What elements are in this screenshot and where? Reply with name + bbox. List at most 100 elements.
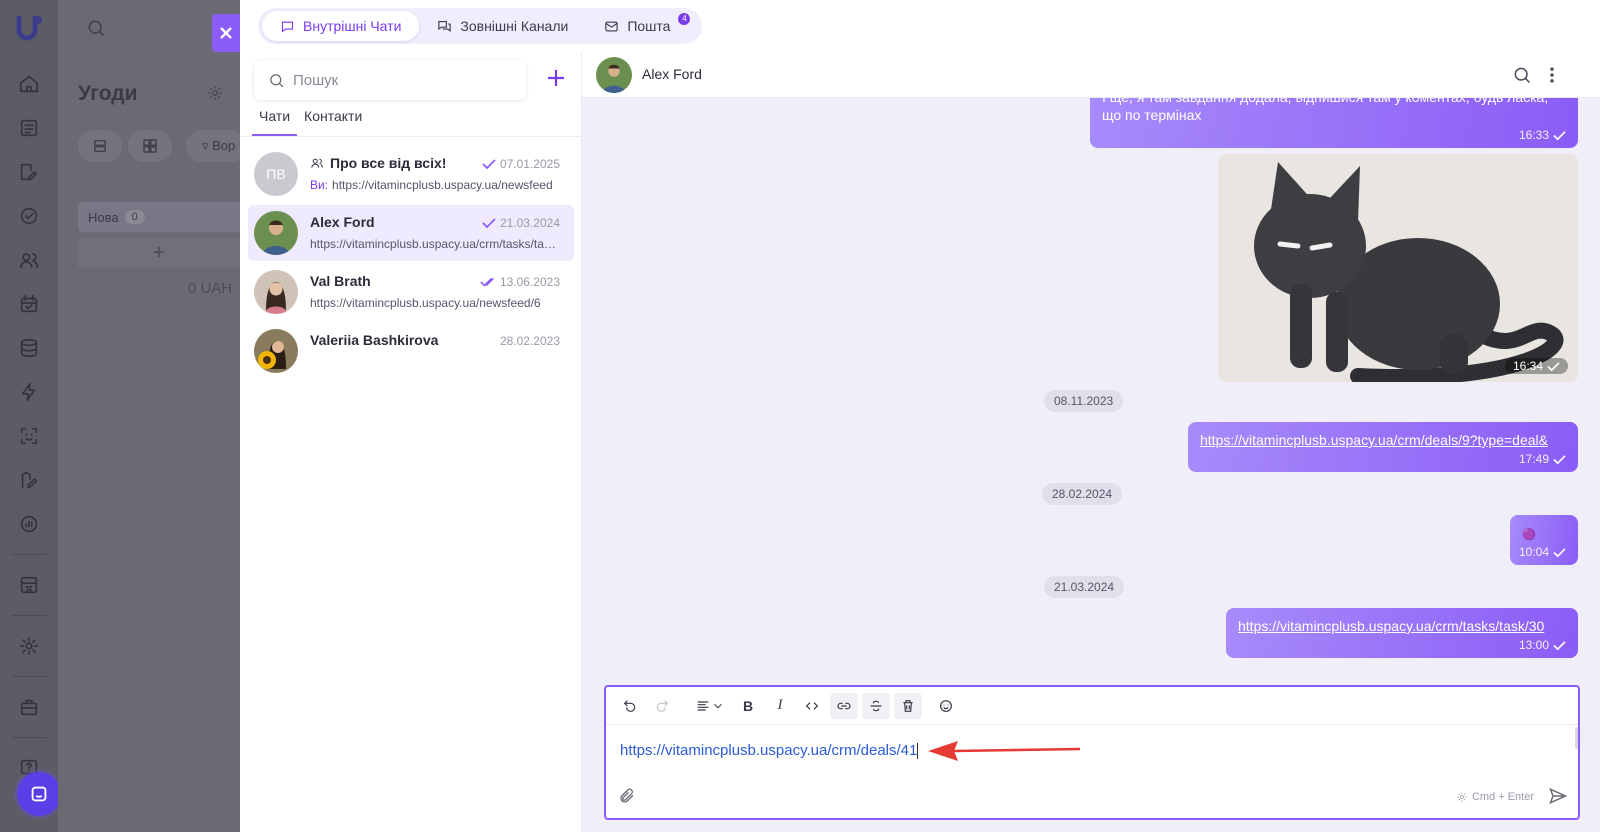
kanban-column-header: Нова 0 [78, 202, 240, 232]
message-input[interactable]: https://vitamincplusb.uspacy.ua/crm/deal… [620, 742, 919, 760]
message-time: 16:34 [1504, 358, 1568, 374]
message-time: 16:33 [1519, 128, 1566, 142]
chat-preview-text: https://vitamincplusb.uspacy.ua/newsfeed [332, 178, 553, 192]
tab-internal-chats[interactable]: Внутрішні Чати [262, 11, 420, 41]
chat-item-group[interactable]: ПВ Про все від всіх! 07.01.2025 Ви: https… [248, 146, 574, 202]
chat-date-text: 13.06.2023 [499, 275, 560, 289]
message-bubble[interactable]: https://vitamincplusb.uspacy.ua/crm/deal… [1188, 422, 1578, 472]
form-edit-icon[interactable] [7, 461, 51, 499]
image-message[interactable]: 16:34 [1218, 154, 1578, 382]
message-text: що по термінах [1102, 107, 1202, 123]
chat-search-input[interactable] [293, 71, 493, 89]
message-bubble[interactable]: 🟣 10:04 [1510, 515, 1578, 565]
users-icon[interactable] [7, 241, 51, 279]
message-time: 10:04 [1519, 545, 1566, 559]
column-count: 0 [124, 210, 145, 224]
plus-icon [548, 70, 564, 86]
redo-button[interactable] [648, 693, 676, 719]
bold-button[interactable]: B [734, 693, 762, 719]
lightning-icon[interactable] [7, 373, 51, 411]
chats-topbar: Внутрішні Чати Зовнішні Канали Пошта 4 [240, 0, 1600, 52]
subtab-contacts[interactable]: Контакти [297, 104, 369, 136]
column-sum: 0 UAH [188, 280, 233, 297]
building-icon[interactable] [7, 566, 51, 604]
attach-file-button[interactable] [618, 787, 636, 808]
tab-external-channels[interactable]: Зовнішні Канали [419, 11, 586, 41]
search-messages-icon[interactable] [1512, 65, 1532, 88]
emoji-button[interactable] [932, 693, 960, 719]
contact-avatar[interactable] [596, 57, 632, 93]
list-view-button[interactable] [78, 130, 122, 162]
home-icon[interactable] [7, 65, 51, 103]
check-icon [482, 159, 496, 170]
strikethrough-button[interactable] [862, 692, 890, 719]
chat-preview: Ви: https://vitamincplusb.uspacy.ua/newsf… [310, 178, 560, 192]
date-separator: 28.02.2024 [1042, 483, 1123, 505]
database-icon[interactable] [7, 329, 51, 367]
close-chats-button[interactable] [212, 14, 240, 52]
check-circle-icon[interactable] [7, 197, 51, 235]
main-nav-rail [0, 0, 61, 832]
chat-item-val-brath[interactable]: Val Brath 13.06.2023 https://vitamincplu… [248, 264, 574, 320]
search-icon[interactable] [86, 18, 106, 41]
chat-date-text: 21.03.2024 [499, 216, 560, 230]
more-vertical-icon[interactable] [1542, 65, 1562, 88]
message-feed[interactable]: І ще, я там завдання додала, відпишися т… [582, 52, 1600, 664]
analytics-icon[interactable] [7, 505, 51, 543]
scan-user-icon[interactable] [7, 417, 51, 455]
funnel-filter-button[interactable]: ▿ Вор [186, 130, 246, 162]
you-prefix: Ви: [310, 178, 329, 192]
channel-tabs: Внутрішні Чати Зовнішні Канали Пошта 4 [258, 8, 703, 44]
briefcase-icon[interactable] [7, 688, 51, 726]
settings-gear-icon[interactable] [7, 627, 51, 665]
date-separator: 08.11.2023 [1044, 390, 1124, 412]
chat-item-alex-ford[interactable]: Alex Ford 21.03.2024 https://vitamincplu… [248, 205, 574, 261]
app-logo-icon[interactable] [13, 12, 45, 44]
code-icon [805, 701, 819, 710]
align-left-icon [697, 700, 709, 711]
double-check-icon [480, 277, 494, 287]
code-button[interactable] [798, 693, 826, 719]
support-chat-button[interactable] [17, 772, 61, 816]
link-button[interactable] [830, 692, 858, 719]
tab-label: Пошта [627, 18, 671, 34]
tab-mail[interactable]: Пошта 4 [586, 11, 698, 41]
text-caret [917, 743, 919, 760]
chat-list-pane: Чати Контакти ПВ Про все від всіх! 07.01… [240, 52, 582, 832]
message-bubble[interactable]: https://vitamincplusb.uspacy.ua/crm/task… [1226, 608, 1578, 658]
subtab-chats[interactable]: Чати [252, 104, 298, 136]
message-time: 17:49 [1519, 452, 1566, 466]
newsfeed-icon[interactable] [7, 109, 51, 147]
conversation-header: Alex Ford [582, 52, 1600, 98]
check-icon [482, 218, 496, 229]
message-link[interactable]: https://vitamincplusb.uspacy.ua/crm/task… [1238, 618, 1544, 634]
message-link[interactable]: https://vitamincplusb.uspacy.ua/crm/deal… [1200, 432, 1548, 448]
clear-format-button[interactable] [894, 692, 922, 719]
chat-item-valeriia-bashkirova[interactable]: Valeriia Bashkirova 28.02.2023 [248, 323, 574, 379]
undo-button[interactable] [616, 693, 644, 719]
emoji-icon [940, 699, 952, 712]
contact-name[interactable]: Alex Ford [642, 66, 702, 82]
add-deal-button[interactable]: + [78, 238, 240, 268]
deals-settings-icon[interactable] [206, 84, 224, 105]
grid-view-icon [143, 139, 157, 153]
message-time-text: 16:33 [1518, 128, 1549, 142]
editor-scrollbar[interactable] [1575, 727, 1578, 749]
nav-divider [11, 615, 47, 616]
send-button[interactable] [1548, 786, 1568, 809]
chevron-down-icon [714, 703, 722, 708]
chat-date: 07.01.2025 [482, 157, 560, 171]
send-shortcut-hint[interactable]: Cmd + Enter [1456, 791, 1534, 803]
board-view-button[interactable] [128, 130, 172, 162]
subtabs-divider [240, 136, 582, 137]
message-emoji: 🟣 [1522, 529, 1536, 541]
avatar [254, 211, 298, 255]
chat-name-text: Про все від всіх! [330, 155, 447, 171]
align-dropdown[interactable] [690, 693, 730, 719]
tasks-edit-icon[interactable] [7, 153, 51, 191]
new-chat-button[interactable] [546, 68, 570, 92]
calendar-icon[interactable] [7, 285, 51, 323]
avatar [254, 270, 298, 314]
italic-button[interactable]: I [766, 693, 794, 719]
close-icon [220, 27, 232, 39]
